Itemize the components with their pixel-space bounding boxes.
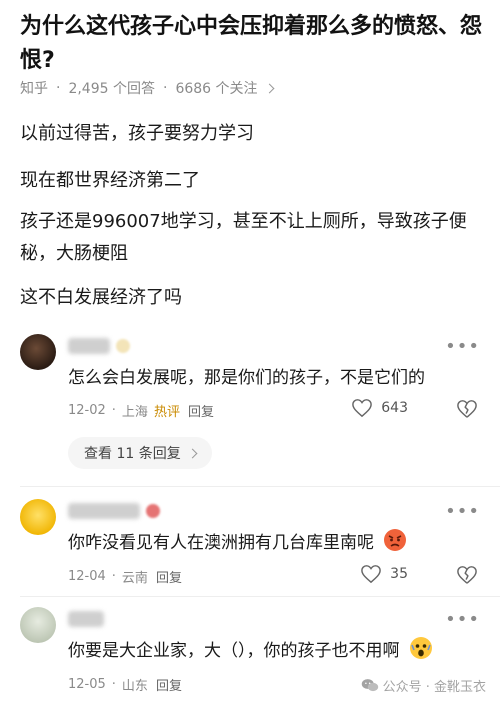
- question-title[interactable]: 为什么这代孩子心中会压抑着那么多的愤怒、怨恨?: [20, 10, 482, 78]
- comment-location: 上海: [121, 405, 148, 420]
- chevron-right-icon: [187, 448, 198, 458]
- comment-date: 12-05: [68, 677, 106, 692]
- comment-text-content: 你要是大企业家，大（），你的孩子也不用啊: [68, 641, 400, 661]
- view-replies-button[interactable]: 查看 11 条回复: [68, 437, 212, 469]
- like-button[interactable]: 35: [360, 564, 408, 584]
- heart-icon: [361, 565, 381, 584]
- like-count: 35: [390, 566, 408, 582]
- watermark-text: 公众号 · 金靴玉衣: [382, 680, 486, 695]
- divider: [20, 486, 500, 487]
- more-horizontal-icon[interactable]: •••: [445, 336, 480, 357]
- answer-paragraph: 孩子还是996007地学习，甚至不让上厕所，导致孩子便秘，大肠梗阻: [20, 211, 467, 264]
- comment-date: 12-04: [68, 569, 106, 584]
- comment-meta: 12-05 · 山东 回复: [68, 675, 182, 694]
- reply-button[interactable]: 回复: [188, 401, 214, 420]
- comment-date: 12-02: [68, 403, 106, 418]
- more-horizontal-icon[interactable]: •••: [445, 501, 480, 522]
- heart-icon: [352, 399, 373, 418]
- view-replies-label: 查看 11 条回复: [84, 446, 181, 462]
- like-button[interactable]: 643: [351, 398, 408, 418]
- comment-location: 云南: [121, 571, 148, 586]
- answer-paragraph: 现在都世界经济第二了: [20, 170, 200, 191]
- comment-location: 山东: [121, 679, 148, 694]
- comment-text: 你咋没看见有人在澳洲拥有几台库里南呢: [68, 528, 478, 556]
- comment-meta: 12-02 · 上海 热评 回复: [68, 401, 214, 420]
- avatar[interactable]: [20, 607, 56, 643]
- more-horizontal-icon[interactable]: •••: [445, 609, 480, 630]
- reply-button[interactable]: 回复: [156, 675, 182, 694]
- badge-icon: [146, 504, 160, 518]
- answer-paragraph: 这不白发展经济了吗: [20, 287, 182, 308]
- source-label: 知乎: [20, 81, 48, 97]
- watermark: 公众号 · 金靴玉衣: [361, 676, 486, 695]
- comment-meta: 12-04 · 云南 回复: [68, 567, 182, 586]
- broken-heart-icon[interactable]: [456, 399, 478, 419]
- wechat-icon: [361, 679, 378, 692]
- divider: [20, 596, 500, 597]
- like-count: 643: [381, 400, 408, 416]
- follower-count: 6686 个关注: [175, 81, 258, 97]
- broken-heart-icon[interactable]: [456, 565, 478, 585]
- comment-text: 你要是大企业家，大（），你的孩子也不用啊: [68, 636, 478, 664]
- answer-paragraph: 以前过得苦，孩子要努力学习: [20, 123, 254, 144]
- commenter-name[interactable]: [68, 611, 104, 627]
- reply-button[interactable]: 回复: [156, 567, 182, 586]
- question-meta[interactable]: 知乎 · 2,495 个回答 · 6686 个关注: [20, 78, 274, 98]
- answer-count: 2,495 个回答: [68, 81, 155, 97]
- hot-badge: 热评: [153, 405, 180, 420]
- avatar[interactable]: [20, 334, 56, 370]
- comment-text-content: 你咋没看见有人在澳洲拥有几台库里南呢: [68, 533, 374, 553]
- badge-icon: [116, 339, 130, 353]
- commenter-name[interactable]: [68, 338, 110, 354]
- avatar[interactable]: [20, 499, 56, 535]
- commenter-name[interactable]: [68, 503, 140, 519]
- shocked-face-icon: [409, 637, 432, 659]
- comment-text: 怎么会白发展呢，那是你们的孩子，不是它们的: [68, 368, 425, 388]
- angry-face-icon: [384, 529, 407, 551]
- chevron-right-icon: [264, 83, 274, 93]
